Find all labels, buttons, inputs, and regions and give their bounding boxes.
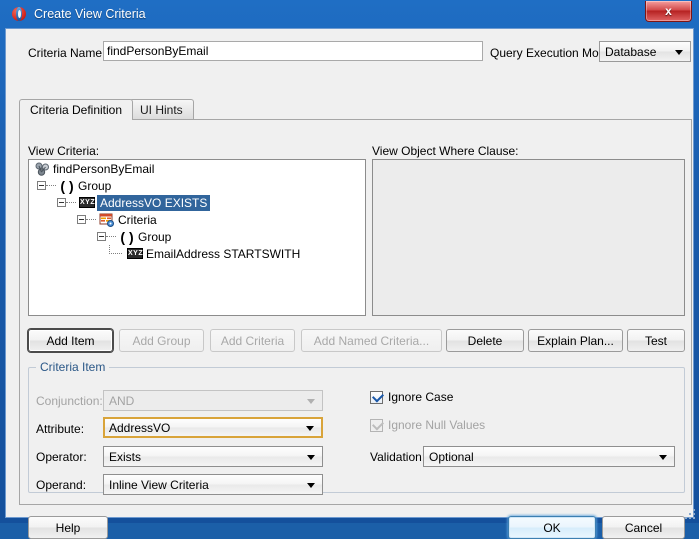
tab-ui-hints[interactable]: UI Hints (129, 99, 194, 119)
conjunction-select[interactable]: AND (103, 390, 323, 411)
dialog-client-area: Criteria Name: Query Execution Mode: Dat… (5, 28, 694, 539)
criteria-name-input[interactable] (103, 41, 483, 61)
operator-label: Operator: (36, 450, 87, 464)
expander-icon[interactable] (77, 215, 86, 224)
ignore-null-values-checkbox[interactable]: Ignore Null Values (370, 417, 486, 432)
ignore-case-label: Ignore Case (388, 390, 454, 404)
tree-node-label: Group (138, 229, 172, 244)
criteria-item-group-title: Criteria Item (36, 360, 110, 374)
paren-group-icon: ( ) (60, 177, 74, 194)
tab-strip: Criteria Definition UI Hints (19, 99, 680, 120)
paren-group-icon: ( ) (120, 228, 134, 245)
add-criteria-button-label: Add Criteria (220, 333, 285, 348)
tree-node-group-1[interactable]: ( ) Group (29, 177, 365, 194)
ok-button[interactable]: OK (508, 516, 596, 539)
test-button[interactable]: Test (627, 329, 685, 352)
query-execution-mode-value: Database (605, 44, 657, 59)
ignore-case-checkbox[interactable]: Ignore Case (370, 389, 454, 404)
chevron-down-icon (675, 49, 683, 55)
dialog-window: Create View Criteria x Criteria Name: Qu… (0, 0, 699, 539)
tree-connector (66, 201, 76, 204)
attribute-value: AddressVO (109, 420, 171, 435)
xyz-attribute-icon: XYZ (79, 197, 96, 208)
criteria-table-icon (99, 213, 115, 227)
test-button-label: Test (644, 333, 667, 348)
tree-node-criteria[interactable]: Criteria (29, 211, 365, 228)
tree-node-label: EmailAddress STARTSWITH (146, 246, 301, 261)
tree-connector (46, 184, 56, 187)
add-named-criteria-button-label: Add Named Criteria... (313, 333, 430, 348)
tree-node-label: Group (78, 178, 112, 193)
chevron-down-icon (307, 454, 315, 460)
attribute-select[interactable]: AddressVO (103, 417, 323, 438)
operator-value: Exists (109, 449, 142, 464)
tree-connector (105, 245, 125, 262)
attribute-label: Attribute: (36, 422, 85, 436)
view-object-where-clause-box[interactable] (372, 159, 685, 316)
expander-icon[interactable] (97, 232, 106, 241)
operand-select[interactable]: Inline View Criteria (103, 474, 323, 495)
expander-icon[interactable] (37, 181, 46, 190)
add-criteria-button[interactable]: Add Criteria (210, 329, 295, 352)
view-object-where-clause-label: View Object Where Clause: (372, 144, 519, 158)
criteria-name-label: Criteria Name: (28, 46, 106, 60)
tree-node-group-2[interactable]: ( ) Group (29, 228, 365, 245)
view-criteria-label: View Criteria: (28, 144, 100, 158)
resize-grip[interactable] (685, 509, 697, 521)
validation-value: Optional (429, 449, 474, 464)
tab-criteria-definition[interactable]: Criteria Definition (19, 99, 134, 120)
add-item-button[interactable]: Add Item (28, 329, 113, 352)
add-group-button-label: Add Group (132, 333, 191, 348)
chevron-down-icon (659, 454, 667, 460)
criteria-name-row: Criteria Name: Query Execution Mode: Dat… (6, 29, 693, 69)
validation-label: Validation: (370, 450, 426, 464)
query-execution-mode-label: Query Execution Mode: (490, 46, 616, 60)
operator-select[interactable]: Exists (103, 446, 323, 467)
ignore-null-values-label: Ignore Null Values (388, 418, 486, 432)
explain-plan-button[interactable]: Explain Plan... (528, 329, 623, 352)
cancel-button[interactable]: Cancel (602, 516, 685, 539)
add-group-button[interactable]: Add Group (119, 329, 204, 352)
conjunction-label: Conjunction: (36, 394, 103, 408)
tree-node-root[interactable]: findPersonByEmail (29, 160, 365, 177)
title-bar: Create View Criteria x (5, 0, 694, 28)
checkbox-icon (370, 389, 385, 404)
help-button[interactable]: Help (28, 516, 108, 539)
chevron-down-icon (307, 398, 315, 404)
tree-node-emailaddress-startswith[interactable]: XYZ EmailAddress STARTSWITH (29, 245, 365, 262)
operand-label: Operand: (36, 478, 87, 492)
chevron-down-icon (306, 425, 314, 431)
view-criteria-tree[interactable]: findPersonByEmail ( ) Group XYZ AddressV… (28, 159, 366, 316)
tree-connector (106, 235, 116, 238)
validation-select[interactable]: Optional (423, 446, 675, 467)
checkbox-icon (370, 417, 385, 432)
operand-value: Inline View Criteria (109, 477, 209, 492)
tree-connector (86, 218, 96, 221)
oracle-jdeveloper-icon (11, 6, 27, 22)
xyz-attribute-icon: XYZ (127, 248, 144, 259)
conjunction-value: AND (109, 393, 135, 408)
view-criteria-root-icon (35, 162, 50, 176)
explain-plan-button-label: Explain Plan... (537, 333, 614, 348)
tab-panel-seam (20, 118, 125, 120)
window-title: Create View Criteria (34, 7, 146, 21)
delete-button-label: Delete (467, 333, 503, 348)
tree-node-label: findPersonByEmail (53, 161, 155, 176)
delete-button[interactable]: Delete (446, 329, 524, 352)
close-icon[interactable]: x (645, 1, 692, 22)
tree-node-label: Criteria (118, 212, 157, 227)
tree-node-addressvo-exists[interactable]: XYZ AddressVO EXISTS (29, 194, 365, 211)
query-execution-mode-select[interactable]: Database (599, 41, 691, 62)
expander-icon[interactable] (57, 198, 66, 207)
tree-node-label: AddressVO EXISTS (97, 194, 211, 211)
add-named-criteria-button[interactable]: Add Named Criteria... (301, 329, 442, 352)
add-item-button-label: Add Item (46, 333, 95, 348)
chevron-down-icon (307, 482, 315, 488)
